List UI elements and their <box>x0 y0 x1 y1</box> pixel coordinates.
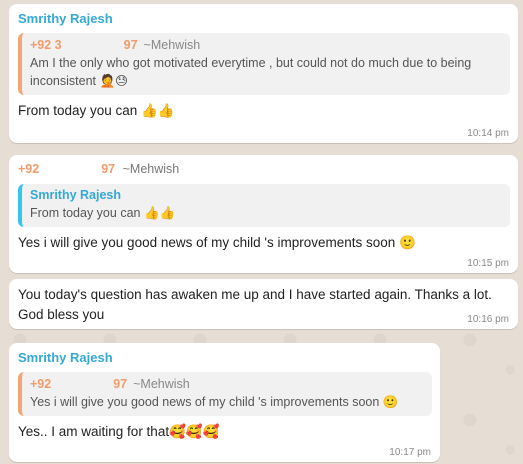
quoted-phone: +92 97 <box>30 377 128 391</box>
message-text: Yes.. I am waiting for that🥰🥰🥰 <box>18 424 220 439</box>
message-time: 10:15 pm <box>467 258 509 269</box>
message-text: Yes i will give you good news of my chil… <box>18 235 416 250</box>
message-bubble[interactable]: +92 97 ~Mehwish Smrithy Rajesh From today… <box>9 155 518 273</box>
message-bubble[interactable]: You today's question has awaken me up an… <box>9 279 518 329</box>
sender-phone: +92 97 <box>18 162 116 176</box>
sender-name[interactable]: Smrithy Rajesh <box>18 349 432 369</box>
message-time: 10:17 pm <box>389 447 431 458</box>
sender-header[interactable]: +92 97 ~Mehwish <box>18 161 510 178</box>
message-time: 10:16 pm <box>467 314 509 325</box>
quoted-header: +92 97 ~Mehwish <box>30 376 422 393</box>
quoted-header: +92 3 97 ~Mehwish <box>30 37 500 54</box>
message-bubble[interactable]: Smrithy Rajesh +92 3 97 ~Mehwish Am I the … <box>9 4 518 143</box>
quoted-text: Yes i will give you good news of my chil… <box>30 395 399 409</box>
quoted-text: Am I the only who got motivated everytim… <box>30 56 472 88</box>
message-text: You today's question has awaken me up an… <box>18 287 492 322</box>
message-time: 10:14 pm <box>467 128 509 139</box>
sender-name: ~Mehwish <box>122 162 180 176</box>
quoted-name: ~Mehwish <box>133 377 190 391</box>
quoted-message[interactable]: +92 97 ~Mehwish Yes i will give you good n… <box>18 372 432 416</box>
quoted-message[interactable]: Smrithy Rajesh From today you can 👍👍 <box>18 184 510 227</box>
quoted-sender: Smrithy Rajesh <box>30 188 122 202</box>
quoted-message[interactable]: +92 3 97 ~Mehwish Am I the only who got mo… <box>18 33 510 95</box>
quoted-phone: +92 3 97 <box>30 38 138 52</box>
message-text: From today you can 👍👍 <box>18 103 175 118</box>
quoted-text: From today you can 👍👍 <box>30 206 176 220</box>
sender-name[interactable]: Smrithy Rajesh <box>18 10 510 30</box>
message-bubble[interactable]: Smrithy Rajesh +92 97 ~Mehwish Yes i will … <box>9 343 440 462</box>
quoted-name: ~Mehwish <box>143 38 201 52</box>
